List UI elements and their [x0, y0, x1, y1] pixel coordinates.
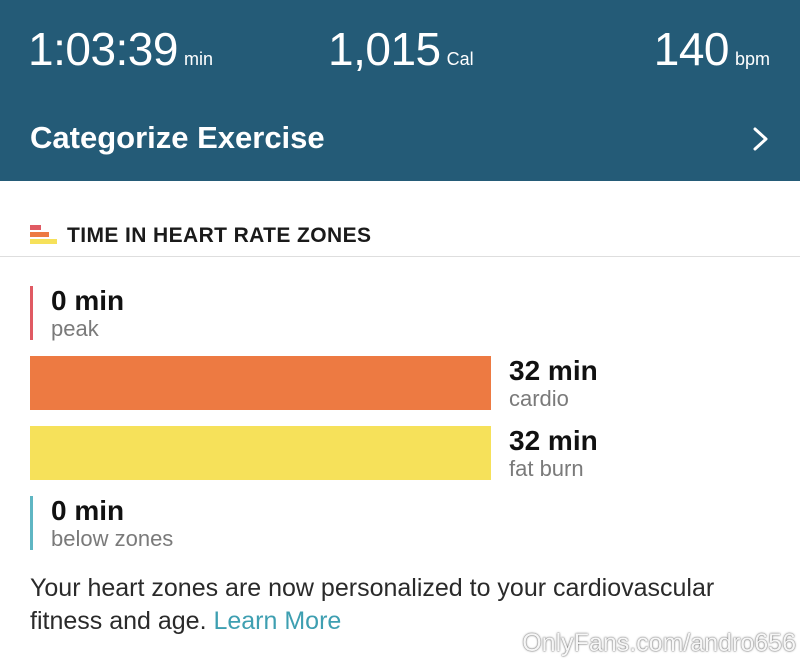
- zone-name: below zones: [51, 526, 174, 551]
- zone-name: fat burn: [509, 456, 584, 481]
- zone-name: cardio: [509, 386, 569, 411]
- calories-stat: 1,015 Cal: [328, 22, 474, 76]
- workout-summary-header: 1:03:39 min 1,015 Cal 140 bpm Categorize…: [0, 0, 800, 181]
- heart-rate-zones-header: TIME IN HEART RATE ZONES: [0, 210, 800, 257]
- chevron-right-icon: [753, 127, 768, 151]
- zone-bar: [30, 426, 491, 480]
- zone-name: peak: [51, 316, 99, 341]
- zone-row: 32 min fat burn: [0, 425, 800, 481]
- zone-row: 32 min cardio: [0, 355, 800, 411]
- zone-accent-line: [30, 496, 33, 550]
- zone-minutes: 32 min: [509, 425, 598, 456]
- heart-rate-value: 140: [653, 23, 730, 75]
- categorize-exercise-button[interactable]: Categorize Exercise: [0, 110, 800, 166]
- zones-icon: [30, 223, 58, 245]
- duration-unit: min: [183, 49, 213, 69]
- heart-rate-stat: 140 bpm: [654, 22, 770, 76]
- watermark: OnlyFans.com/andro656: [522, 629, 796, 657]
- calories-value: 1,015: [328, 23, 441, 75]
- zone-accent-line: [30, 286, 33, 340]
- heart-rate-unit: bpm: [734, 49, 770, 69]
- learn-more-link[interactable]: Learn More: [213, 607, 341, 635]
- zone-bar: [30, 356, 491, 410]
- zone-minutes: 32 min: [509, 355, 598, 386]
- note-text: Your heart zones are now personalized to…: [30, 574, 715, 635]
- duration-value: 1:03:39: [28, 23, 178, 75]
- section-title: TIME IN HEART RATE ZONES: [67, 224, 372, 247]
- zone-row: 0 min below zones: [0, 495, 800, 551]
- calories-unit: Cal: [446, 49, 474, 69]
- zone-row: 0 min peak: [0, 285, 800, 341]
- zone-minutes: 0 min: [51, 285, 125, 316]
- zone-minutes: 0 min: [51, 495, 125, 526]
- duration-stat: 1:03:39 min: [28, 22, 213, 76]
- categorize-exercise-label: Categorize Exercise: [30, 120, 325, 155]
